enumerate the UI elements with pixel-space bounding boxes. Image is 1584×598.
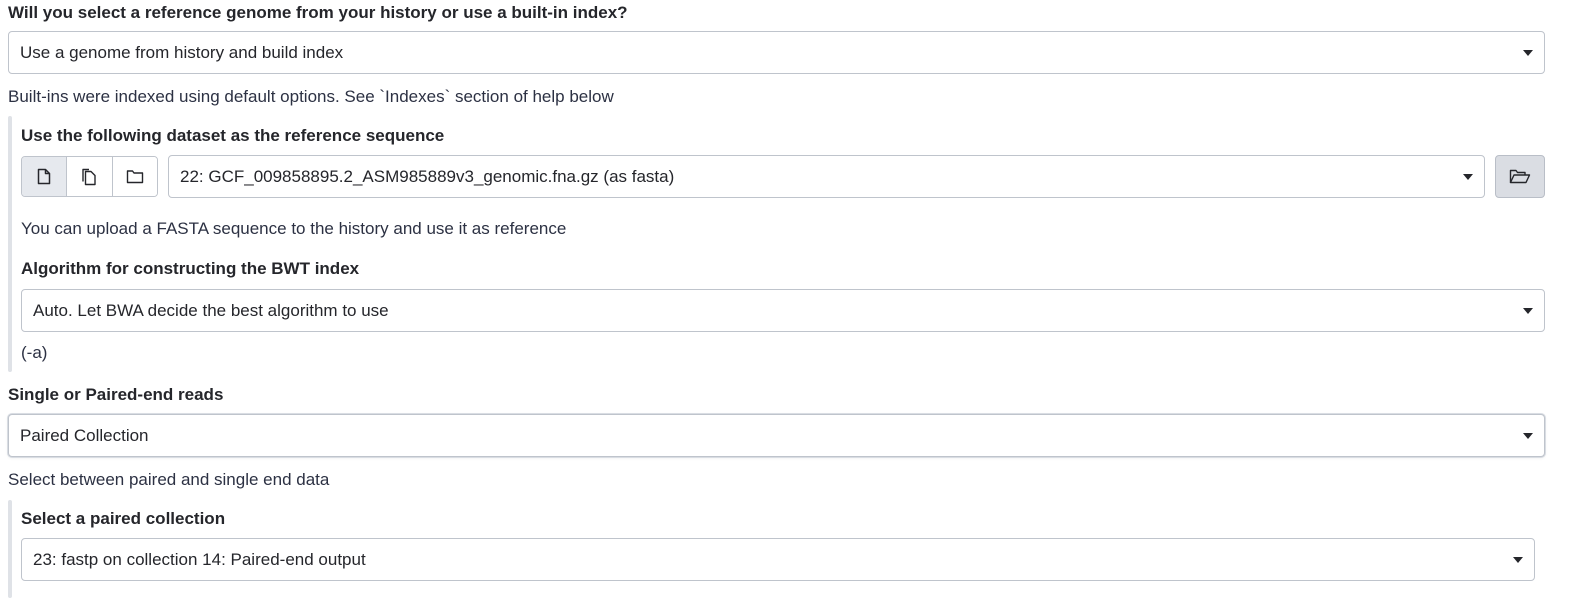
caret-down-icon	[1513, 556, 1523, 563]
reference-source-value: Use a genome from history and build inde…	[20, 42, 344, 62]
paired-collection-value: 23: fastp on collection 14: Paired-end o…	[33, 549, 366, 569]
dataset-mode-button-group	[21, 156, 158, 197]
files-icon	[82, 168, 97, 185]
reference-source-label: Will you select a reference genome from …	[8, 3, 628, 22]
reference-dataset-label: Use the following dataset as the referen…	[21, 126, 445, 145]
algorithm-help: (-a)	[21, 343, 48, 362]
algorithm-value: Auto. Let BWA decide the best algorithm …	[33, 300, 389, 320]
reads-mode-value: Paired Collection	[20, 425, 149, 445]
dataset-collection-button[interactable]	[112, 157, 157, 196]
reference-section-bar	[8, 116, 12, 372]
reference-source-help: Built-ins were indexed using default opt…	[8, 87, 614, 106]
algorithm-label: Algorithm for constructing the BWT index	[21, 259, 360, 278]
paired-collection-select[interactable]: 23: fastp on collection 14: Paired-end o…	[21, 538, 1535, 581]
reference-dataset-select[interactable]: 22: GCF_009858895.2_ASM985889v3_genomic.…	[168, 155, 1485, 198]
caret-down-icon	[1523, 432, 1533, 439]
caret-down-icon	[1463, 173, 1473, 180]
reference-dataset-help: You can upload a FASTA sequence to the h…	[21, 219, 567, 238]
algorithm-select[interactable]: Auto. Let BWA decide the best algorithm …	[21, 289, 1545, 332]
multiple-datasets-button[interactable]	[67, 157, 113, 196]
file-icon	[37, 168, 51, 185]
reads-section-bar	[8, 500, 12, 598]
reference-source-select[interactable]: Use a genome from history and build inde…	[8, 31, 1545, 74]
reference-dataset-value: 22: GCF_009858895.2_ASM985889v3_genomic.…	[180, 166, 675, 186]
reads-mode-label: Single or Paired-end reads	[8, 385, 224, 404]
folder-open-icon	[1509, 169, 1531, 183]
browse-datasets-button[interactable]	[1495, 155, 1545, 198]
caret-down-icon	[1523, 307, 1533, 314]
paired-collection-label: Select a paired collection	[21, 509, 226, 528]
reads-mode-select[interactable]: Paired Collection	[8, 414, 1545, 457]
reads-mode-help: Select between paired and single end dat…	[8, 470, 330, 489]
single-dataset-button[interactable]	[22, 157, 68, 196]
caret-down-icon	[1523, 49, 1533, 56]
folder-icon	[126, 170, 144, 184]
